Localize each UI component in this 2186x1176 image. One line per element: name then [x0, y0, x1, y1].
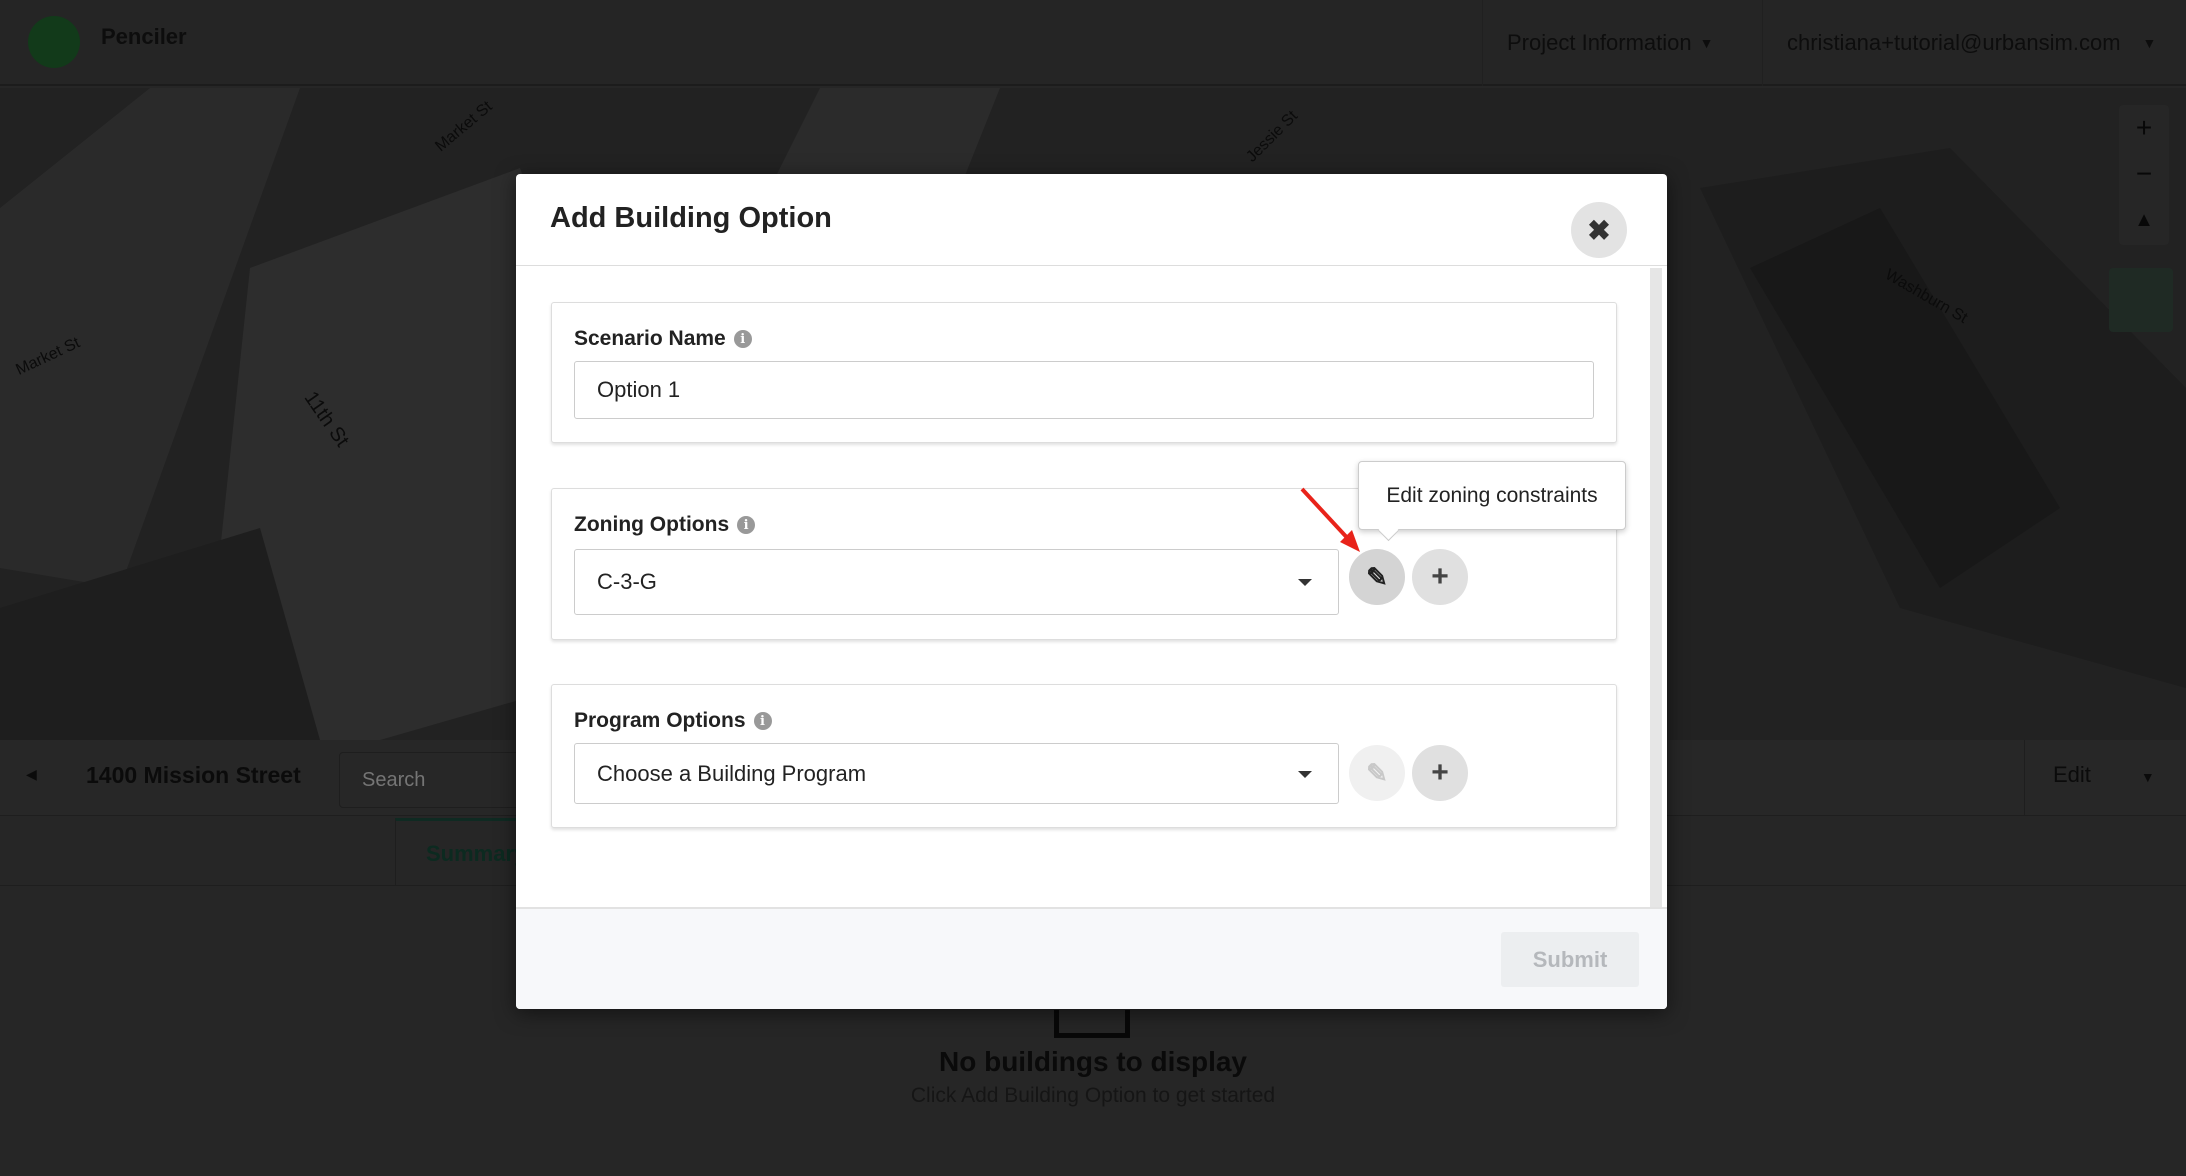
info-icon[interactable]: i: [737, 516, 756, 534]
program-options-label: Program Options i: [574, 709, 772, 733]
scenario-name-input[interactable]: Option 1: [574, 361, 1594, 419]
zoning-select[interactable]: C-3-G: [574, 549, 1339, 615]
select-value: C-3-G: [597, 569, 657, 594]
info-icon[interactable]: i: [753, 712, 772, 730]
caret-down-icon: [1298, 579, 1312, 586]
user-email: christiana+tutorial@urbansim.com: [1787, 30, 2121, 55]
layers-icon[interactable]: [2109, 268, 2173, 332]
caret-down-icon: ▼: [2142, 35, 2157, 51]
modal-header: Add Building Option ✖: [516, 174, 1667, 266]
empty-state-subtitle: Click Add Building Option to get started: [910, 1084, 1276, 1107]
label-text: Zoning Options: [574, 513, 730, 536]
program-select[interactable]: Choose a Building Program: [574, 743, 1339, 804]
zoom-out-button[interactable]: −: [2119, 151, 2169, 197]
caret-down-icon: ▼: [1699, 35, 1714, 51]
add-program-button[interactable]: +: [1412, 745, 1468, 801]
user-menu[interactable]: christiana+tutorial@urbansim.com ▼: [1762, 0, 2186, 86]
caret-down-icon: [1298, 770, 1312, 778]
brand-name: Penciler: [101, 24, 187, 49]
edit-icon: ✎: [1366, 757, 1388, 788]
edit-program-button[interactable]: ✎: [1349, 745, 1405, 801]
site-address: 1400 Mission Street: [86, 762, 301, 788]
project-menu-label: Project Information: [1507, 30, 1692, 55]
edit-label: Edit: [2053, 762, 2091, 787]
empty-state-title: No buildings to display: [939, 1046, 1247, 1077]
collapse-left-icon[interactable]: ◀: [26, 766, 37, 783]
add-building-option-modal: Add Building Option ✖ Scenario Name i Opt…: [516, 174, 1667, 1009]
program-options-card: Program Options i Choose a Building Progr…: [551, 684, 1617, 828]
close-button[interactable]: ✖: [1571, 202, 1627, 258]
close-icon: ✖: [1587, 214, 1611, 246]
modal-footer: Submit: [516, 907, 1667, 1009]
zoom-in-button[interactable]: +: [2119, 105, 2169, 151]
search-input[interactable]: [339, 752, 539, 808]
project-information-menu[interactable]: Project Information ▼: [1482, 0, 1738, 86]
input-value: Option 1: [597, 377, 681, 402]
plus-icon: +: [1431, 560, 1449, 593]
annotation-arrow-icon: [1300, 487, 1360, 552]
edit-menu[interactable]: Edit ▼: [2024, 740, 2186, 816]
submit-button[interactable]: Submit: [1501, 932, 1639, 987]
caret-down-icon: ▼: [2140, 769, 2155, 785]
edit-zoning-tooltip: Edit zoning constraints: [1358, 461, 1626, 530]
label-text: Scenario Name: [574, 327, 726, 350]
plus-icon: +: [1431, 756, 1449, 789]
add-zoning-button[interactable]: +: [1412, 549, 1468, 605]
edit-icon: ✎: [1366, 561, 1388, 592]
zoning-options-label: Zoning Options i: [574, 513, 756, 537]
modal-scrollbar[interactable]: [1650, 268, 1662, 908]
compass-icon[interactable]: ▲: [2119, 197, 2169, 243]
modal-title: Add Building Option: [550, 202, 832, 234]
map-controls: + − ▲: [2119, 105, 2169, 245]
buildings-icon: [1054, 1010, 1130, 1038]
scenario-name-label: Scenario Name i: [574, 327, 752, 351]
label-text: Program Options: [574, 709, 746, 732]
penciler-logo-icon: [28, 16, 80, 68]
info-icon[interactable]: i: [733, 330, 752, 348]
top-navbar: Penciler Project Information ▼ christiana…: [0, 0, 2186, 86]
select-value: Choose a Building Program: [597, 760, 867, 786]
scenario-name-card: Scenario Name i Option 1: [551, 302, 1617, 443]
